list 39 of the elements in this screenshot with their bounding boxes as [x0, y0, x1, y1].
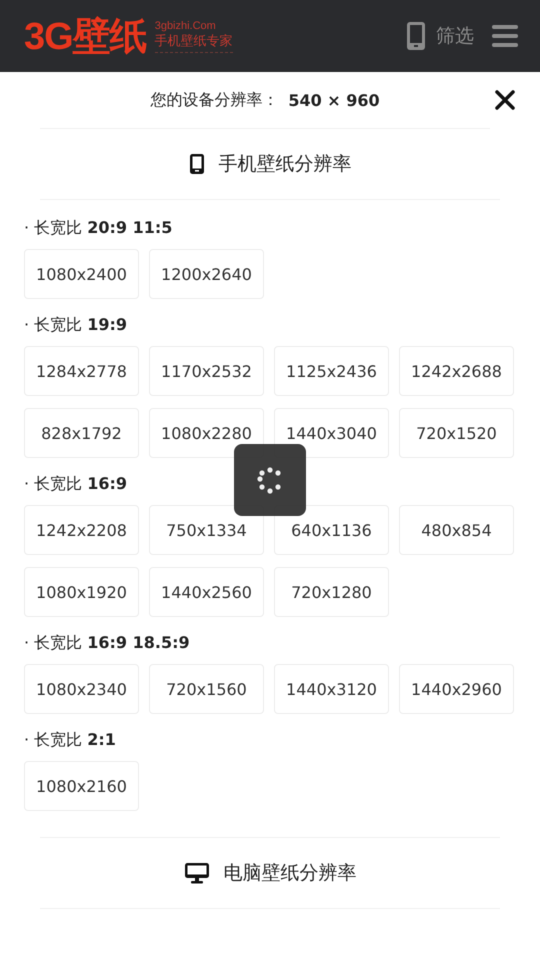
resolution-button[interactable]: 1080x1920	[24, 567, 139, 617]
aspect-ratio-label: · 长宽比 16:9 18.5:9	[23, 632, 191, 654]
close-icon[interactable]	[494, 89, 516, 111]
menu-icon[interactable]	[492, 25, 518, 47]
filter-button[interactable]: 筛选	[406, 21, 474, 51]
resolution-button[interactable]: 640x1136	[274, 505, 389, 555]
aspect-ratio-label: · 长宽比 2:1	[23, 729, 117, 751]
resolution-button[interactable]: 1284x2778	[24, 346, 139, 396]
aspect-ratio-label: · 长宽比 16:9	[23, 473, 128, 495]
resolution-button[interactable]: 750x1334	[149, 505, 264, 555]
resolution-button[interactable]: 1440x2960	[399, 664, 514, 714]
resolution-button[interactable]: 1170x2532	[149, 346, 264, 396]
resolution-button[interactable]: 1080x2340	[24, 664, 139, 714]
aspect-ratio-label: · 长宽比 19:9	[23, 314, 128, 336]
device-resolution: 540 × 960	[288, 90, 380, 110]
resolution-button[interactable]: 1440x3120	[274, 664, 389, 714]
phone-icon	[406, 21, 426, 51]
resolution-button[interactable]: 1200x2640	[149, 249, 264, 299]
resolution-button[interactable]: 480x854	[399, 505, 514, 555]
logo-domain: 3gbizhi.Com	[154, 20, 217, 32]
monitor-icon	[184, 862, 210, 884]
resolution-button[interactable]: 1242x2208	[24, 505, 139, 555]
aspect-ratio-label: · 长宽比 20:9 11:5	[23, 217, 174, 239]
section-title: 手机壁纸分辨率	[218, 152, 352, 177]
logo-slogan: 手机壁纸专家	[154, 32, 233, 50]
resolution-button[interactable]: 720x1280	[274, 567, 389, 617]
resolution-button[interactable]: 1080x2400	[24, 249, 139, 299]
phone-icon	[188, 153, 204, 175]
resolution-button[interactable]: 1242x2688	[399, 346, 514, 396]
resolution-button[interactable]: 1440x3040	[274, 408, 389, 458]
resolution-button[interactable]: 1440x2560	[149, 567, 264, 617]
section-title: 电脑壁纸分辨率	[224, 861, 356, 886]
resolution-button[interactable]: 1080x2280	[149, 408, 264, 458]
resolution-button[interactable]: 1080x2160	[24, 761, 139, 811]
resolution-button[interactable]: 828x1792	[24, 408, 139, 458]
resolution-button[interactable]: 1125x2436	[274, 346, 389, 396]
device-label: 您的设备分辨率：	[150, 90, 278, 110]
resolution-button[interactable]: 720x1560	[149, 664, 264, 714]
resolution-button[interactable]: 720x1520	[399, 408, 514, 458]
